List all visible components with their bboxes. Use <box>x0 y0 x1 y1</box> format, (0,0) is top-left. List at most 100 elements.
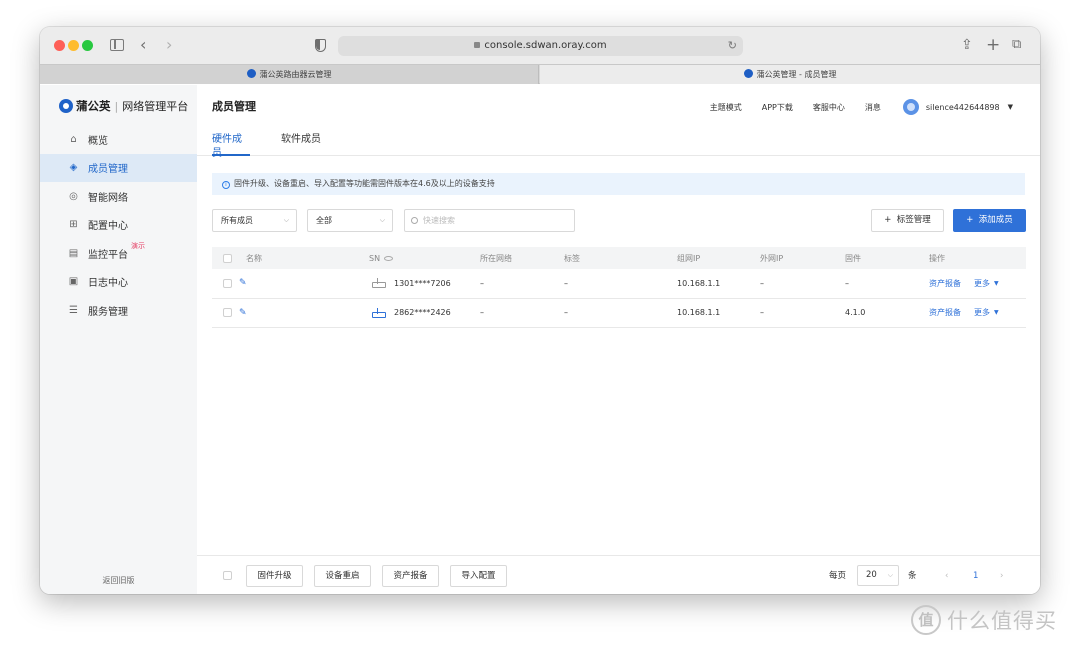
next-page-icon[interactable]: › <box>1000 565 1003 587</box>
network-cell: – <box>480 308 484 318</box>
prev-page-icon[interactable]: ‹ <box>945 565 948 587</box>
member-filter-select[interactable]: 所有成员 ⌵ <box>212 209 297 232</box>
firmware-cell: – <box>845 278 849 288</box>
support-center-link[interactable]: 客服中心 <box>813 102 845 113</box>
browser-toolbar: ‹ › console.sdwan.oray.com ↻ ⇪ + ⧉ <box>40 27 1040 64</box>
sidebar-item-smart-network[interactable]: ◎ 智能网络 <box>40 182 197 211</box>
sidebar-toggle-icon[interactable] <box>110 39 124 51</box>
asset-report-link[interactable]: 资产报备 <box>929 269 961 298</box>
member-table: 名称 SN 所在网络 标签 组网IP 外网IP 固件 操作 ✎ 1301****… <box>212 247 1026 328</box>
monitor-icon: ▤ <box>68 247 79 259</box>
add-member-button[interactable]: + 添加成员 <box>953 209 1026 232</box>
bulk-action-footer: 固件升级 设备重启 资产报备 导入配置 每页 20 ⌵ 条 ‹ 1 › <box>197 555 1040 594</box>
sidebar-item-label: 日志中心 <box>88 278 128 290</box>
sidebar-item-services[interactable]: ☰ 服务管理 <box>40 296 197 325</box>
sn-cell: 2862****2426 <box>372 299 451 328</box>
row-checkbox[interactable] <box>223 299 232 328</box>
sidebar: 蒲公英 | 网络管理平台 ⌂ 概览 ◈ 成员管理 ◎ 智能网络 ⊞ 配置中心 ▤… <box>40 85 197 594</box>
sidebar-item-overview[interactable]: ⌂ 概览 <box>40 125 197 154</box>
button-label: 添加成员 <box>978 215 1013 225</box>
more-menu[interactable]: 更多 ▼ <box>974 269 999 298</box>
asset-report-link[interactable]: 资产报备 <box>929 299 961 328</box>
page-size-select[interactable]: 20 ⌵ <box>857 565 899 586</box>
browser-tab-2[interactable]: 蒲公英管理 - 成员管理 <box>540 65 1040 84</box>
col-lan-ip: 组网IP <box>677 253 701 263</box>
asset-report-button[interactable]: 资产报备 <box>382 565 439 587</box>
search-icon <box>411 217 418 224</box>
wan-ip-cell: – <box>760 278 764 288</box>
share-icon[interactable]: ⇪ <box>961 35 973 55</box>
browser-window: ‹ › console.sdwan.oray.com ↻ ⇪ + ⧉ 蒲公英路由… <box>40 27 1040 594</box>
sidebar-item-label: 成员管理 <box>88 164 128 176</box>
row-checkbox[interactable] <box>223 269 232 298</box>
caret-down-icon: ▼ <box>994 309 999 317</box>
forward-icon[interactable]: › <box>166 35 172 55</box>
favicon-icon <box>743 69 753 78</box>
browser-tab-1[interactable]: 蒲公英路由器云管理 <box>40 65 539 84</box>
col-network: 所在网络 <box>480 253 512 263</box>
page-unit-label: 条 <box>908 571 917 581</box>
col-name: 名称 <box>246 253 262 263</box>
table-row: ✎ 2862****2426 – – 10.168.1.1 – 4.1.0 资产… <box>212 299 1026 328</box>
select-all-checkbox[interactable] <box>223 247 232 269</box>
tag-manage-button[interactable]: + 标签管理 <box>871 209 944 232</box>
sidebar-item-monitor[interactable]: ▤ 监控平台 演示 <box>40 239 197 268</box>
tab-hardware-members[interactable]: 硬件成员 <box>212 133 250 159</box>
tag-cell: – <box>564 308 568 318</box>
search-input[interactable]: 快速搜索 <box>404 209 575 232</box>
address-bar[interactable]: console.sdwan.oray.com ↻ <box>338 36 743 56</box>
privacy-shield-icon[interactable] <box>315 39 326 52</box>
watermark-logo-icon: 值 <box>911 605 941 635</box>
avatar[interactable] <box>902 99 919 115</box>
lan-ip-cell: 10.168.1.1 <box>677 278 721 288</box>
document-icon: ☰ <box>69 304 78 316</box>
col-sn: SN <box>369 247 394 269</box>
brand[interactable]: 蒲公英 | 网络管理平台 <box>59 97 188 115</box>
back-icon[interactable]: ‹ <box>140 35 146 55</box>
close-window-button[interactable] <box>54 40 65 51</box>
footer-select-all-checkbox[interactable] <box>223 571 232 580</box>
theme-mode-link[interactable]: 主题模式 <box>710 102 742 113</box>
firmware-cell: 4.1.0 <box>845 308 866 318</box>
import-config-button[interactable]: 导入配置 <box>450 565 507 587</box>
home-icon: ⌂ <box>70 133 77 145</box>
username[interactable]: silence442644898 <box>926 103 1000 112</box>
sidebar-item-logs[interactable]: ▣ 日志中心 <box>40 268 197 297</box>
info-icon: i <box>222 181 230 189</box>
sidebar-item-config[interactable]: ⊞ 配置中心 <box>40 211 197 240</box>
watermark: 值 什么值得买 <box>911 604 1057 636</box>
reload-icon[interactable]: ↻ <box>728 36 737 56</box>
sidebar-item-members[interactable]: ◈ 成员管理 <box>40 153 197 182</box>
demo-badge: 演示 <box>131 242 145 250</box>
brand-subtitle: 网络管理平台 <box>122 100 189 113</box>
router-icon <box>372 307 386 318</box>
sidebar-item-label: 服务管理 <box>88 306 128 318</box>
layers-icon: ◈ <box>69 162 78 174</box>
search-placeholder: 快速搜索 <box>423 216 455 225</box>
sn-cell: 1301****7206 <box>372 269 451 298</box>
lan-ip-cell: 10.168.1.1 <box>677 308 721 318</box>
maximize-window-button[interactable] <box>82 40 93 51</box>
messages-link[interactable]: 消息 <box>865 102 881 113</box>
eye-icon[interactable] <box>384 255 394 261</box>
edit-icon[interactable]: ✎ <box>239 269 247 298</box>
tab-overview-icon[interactable]: ⧉ <box>1012 35 1021 55</box>
network-icon: ◎ <box>69 190 78 202</box>
current-page[interactable]: 1 <box>973 565 978 587</box>
type-filter-select[interactable]: 全部 ⌵ <box>307 209 393 232</box>
clipboard-icon: ▣ <box>68 276 79 288</box>
table-row: ✎ 1301****7206 – – 10.168.1.1 – – 资产报备 更… <box>212 269 1026 299</box>
new-tab-icon[interactable]: + <box>986 35 1000 55</box>
more-menu[interactable]: 更多 ▼ <box>974 299 999 328</box>
device-restart-button[interactable]: 设备重启 <box>314 565 371 587</box>
app-download-link[interactable]: APP下载 <box>762 102 793 113</box>
minimize-window-button[interactable] <box>68 40 79 51</box>
sidebar-nav: ⌂ 概览 ◈ 成员管理 ◎ 智能网络 ⊞ 配置中心 ▤ 监控平台 演示 ▣ 日志… <box>40 125 197 325</box>
firmware-upgrade-button[interactable]: 固件升级 <box>246 565 303 587</box>
plus-icon: + <box>966 215 979 225</box>
tab-software-members[interactable]: 软件成员 <box>281 133 321 156</box>
caret-down-icon[interactable]: ▼ <box>1008 103 1013 111</box>
back-to-old-version-link[interactable]: 返回旧版 <box>40 575 197 586</box>
edit-icon[interactable]: ✎ <box>239 299 247 328</box>
network-cell: – <box>480 278 484 288</box>
